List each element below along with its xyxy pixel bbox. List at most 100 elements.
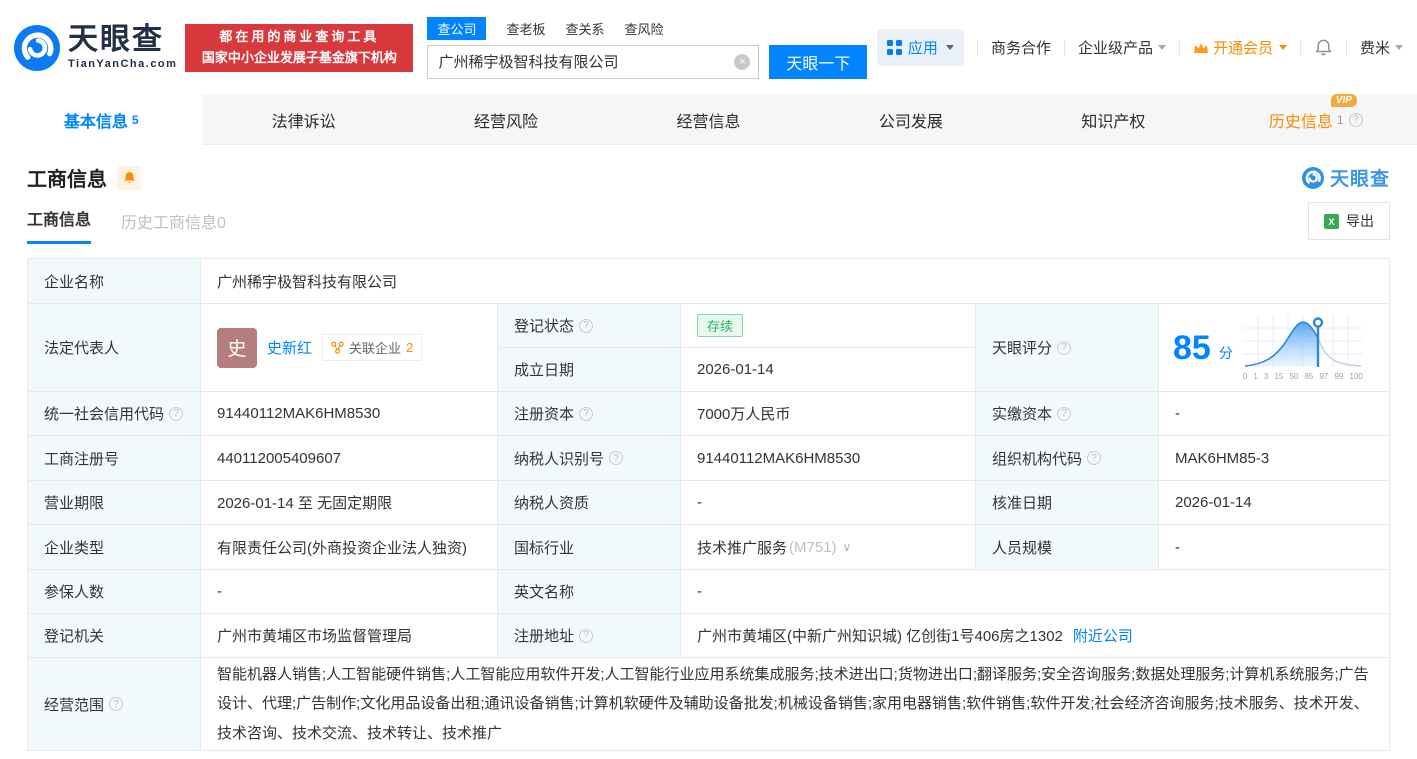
field-value-company-type: 有限责任公司(外商投资企业法人独资): [201, 525, 498, 570]
field-label-industry: 国标行业: [498, 525, 681, 570]
field-value-insured-count: -: [201, 570, 498, 614]
apps-label: 应用: [908, 37, 938, 58]
slogan-banner: 都在用的商业查询工具 国家中小企业发展子基金旗下机构: [185, 24, 413, 72]
related-companies-label: 关联企业: [349, 338, 401, 357]
tianyancha-logo-icon: [14, 25, 60, 71]
field-label-company-name: 企业名称: [28, 259, 201, 304]
excel-icon: X: [1324, 214, 1339, 229]
related-companies-count: 2: [406, 340, 413, 355]
divider: [1300, 41, 1301, 55]
field-value-company-name: 广州稀宇极智科技有限公司: [201, 259, 1390, 304]
help-icon[interactable]: ?: [579, 407, 593, 421]
notification-bell-icon[interactable]: [1314, 38, 1333, 57]
field-value-approval-date: 2026-01-14: [1159, 481, 1390, 525]
tab-operating-info[interactable]: 经营信息: [607, 95, 809, 144]
main-tab-bar: 基本信息 5 法律诉讼 经营风险 经营信息 公司发展 知识产权 历史信息 VIP…: [0, 95, 1417, 145]
nav-enterprise[interactable]: 企业级产品: [1078, 37, 1166, 58]
field-label-staff-size: 人员规模: [976, 525, 1159, 570]
field-value-industry: 技术推广服务 (M751) ∨: [681, 525, 976, 570]
caret-down-icon: [1158, 45, 1166, 50]
status-badge: 存续: [697, 314, 743, 337]
field-value-credit-code: 91440112MAK6HM8530: [201, 392, 498, 436]
svg-text:X: X: [1328, 217, 1334, 227]
field-label-taxpayer-quality: 纳税人资质: [498, 481, 681, 525]
chevron-down-icon[interactable]: ∨: [843, 540, 852, 554]
help-icon[interactable]: ?: [579, 629, 593, 643]
tab-intellectual-property[interactable]: 知识产权: [1012, 95, 1214, 144]
field-value-taxpayer-quality: -: [681, 481, 976, 525]
nav-vip[interactable]: 开通会员: [1193, 37, 1287, 58]
field-value-business-scope: 智能机器人销售;人工智能硬件销售;人工智能应用软件开发;人工智能行业应用系统集成…: [201, 658, 1390, 751]
field-label-organization-code: 组织机构代码?: [976, 436, 1159, 481]
field-value-tianyan-score: 85 分: [1159, 304, 1390, 392]
nav-user[interactable]: 费米: [1360, 37, 1403, 58]
nav-cooperation[interactable]: 商务合作: [991, 37, 1051, 58]
field-label-english-name: 英文名称: [498, 570, 681, 614]
export-button[interactable]: X 导出: [1308, 202, 1390, 240]
nearby-companies-link[interactable]: 附近公司: [1073, 625, 1133, 646]
search-tabs: 查公司 查老板 查关系 查风险: [427, 17, 867, 40]
divider: [1179, 41, 1180, 55]
search-input[interactable]: [428, 46, 758, 78]
help-icon[interactable]: ?: [579, 319, 593, 333]
help-icon[interactable]: ?: [109, 697, 123, 711]
tab-basic-info-count: 5: [132, 113, 139, 127]
business-info-table: 企业名称 广州稀宇极智科技有限公司 法定代表人 史 史新红 关联企业 2 登记状…: [27, 258, 1390, 751]
score-distribution-chart: 013 155085 9799100: [1243, 315, 1363, 381]
search-tab-boss[interactable]: 查老板: [506, 17, 545, 40]
nav-enterprise-label: 企业级产品: [1078, 37, 1153, 58]
field-value-paid-capital: -: [1159, 392, 1390, 436]
grid-icon: [887, 40, 902, 55]
field-label-business-scope: 经营范围?: [28, 658, 201, 751]
search-tab-risk[interactable]: 查风险: [624, 17, 663, 40]
field-label-registration-status: 登记状态?: [498, 304, 681, 348]
search-tab-company[interactable]: 查公司: [427, 17, 486, 40]
tab-basic-info-label: 基本信息: [64, 108, 128, 132]
field-value-organization-code: MAK6HM85-3: [1159, 436, 1390, 481]
tab-lawsuit-label: 法律诉讼: [272, 108, 336, 132]
tab-operating-risk[interactable]: 经营风险: [405, 95, 607, 144]
field-label-registration-number: 工商注册号: [28, 436, 201, 481]
tab-lawsuit[interactable]: 法律诉讼: [202, 95, 404, 144]
field-label-paid-capital: 实缴资本?: [976, 392, 1159, 436]
tab-basic-info[interactable]: 基本信息 5: [0, 95, 202, 145]
tab-company-development[interactable]: 公司发展: [810, 95, 1012, 144]
field-value-taxpayer-id: 91440112MAK6HM8530: [681, 436, 976, 481]
tianyancha-logo-icon: [1302, 167, 1324, 189]
help-icon[interactable]: ?: [1349, 113, 1363, 127]
search-button[interactable]: 天眼一下: [769, 45, 867, 79]
help-icon[interactable]: ?: [1057, 407, 1071, 421]
network-icon: [331, 341, 344, 354]
brand-domain: TianYanCha.com: [68, 58, 177, 70]
field-value-registration-status: 存续: [681, 304, 976, 348]
related-companies-badge[interactable]: 关联企业 2: [322, 334, 422, 361]
clear-icon[interactable]: ×: [734, 54, 750, 70]
brand-logo[interactable]: 天眼查 TianYanCha.com: [14, 25, 177, 71]
apps-menu[interactable]: 应用: [877, 29, 964, 66]
monitor-bell-icon[interactable]: [117, 166, 141, 190]
help-icon[interactable]: ?: [1057, 341, 1071, 355]
subtab-bar: 工商信息 历史工商信息0 X 导出: [27, 208, 1390, 244]
tab-operating-risk-label: 经营风险: [474, 108, 538, 132]
help-icon[interactable]: ?: [1087, 451, 1101, 465]
tab-history-info[interactable]: 历史信息 VIP 1 ?: [1215, 95, 1417, 144]
field-value-business-term: 2026-01-14 至 无固定期限: [201, 481, 498, 525]
tab-company-development-label: 公司发展: [879, 108, 943, 132]
search-area: 查公司 查老板 查关系 查风险 × 天眼一下: [427, 17, 867, 79]
divider: [1064, 41, 1065, 55]
avatar[interactable]: 史: [217, 328, 257, 368]
top-header: 天眼查 TianYanCha.com 都在用的商业查询工具 国家中小企业发展子基…: [0, 0, 1417, 95]
field-label-credit-code: 统一社会信用代码?: [28, 392, 201, 436]
legal-representative-link[interactable]: 史新红: [267, 337, 312, 358]
help-icon[interactable]: ?: [609, 451, 623, 465]
field-value-registration-authority: 广州市黄埔区市场监督管理局: [201, 614, 498, 658]
score-unit: 分: [1219, 343, 1233, 363]
caret-down-icon: [946, 45, 954, 50]
search-tab-relation[interactable]: 查关系: [565, 17, 604, 40]
subtab-history-business-info[interactable]: 历史工商信息0: [121, 209, 226, 244]
help-icon[interactable]: ?: [169, 407, 183, 421]
field-value-registered-address: 广州市黄埔区(中新广州知识城) 亿创街1号406房之1302 附近公司: [681, 614, 1390, 658]
field-label-business-term: 营业期限: [28, 481, 201, 525]
subtab-business-info[interactable]: 工商信息: [27, 206, 91, 244]
top-nav: 应用 商务合作 企业级产品 开通会员 费米: [877, 29, 1403, 66]
